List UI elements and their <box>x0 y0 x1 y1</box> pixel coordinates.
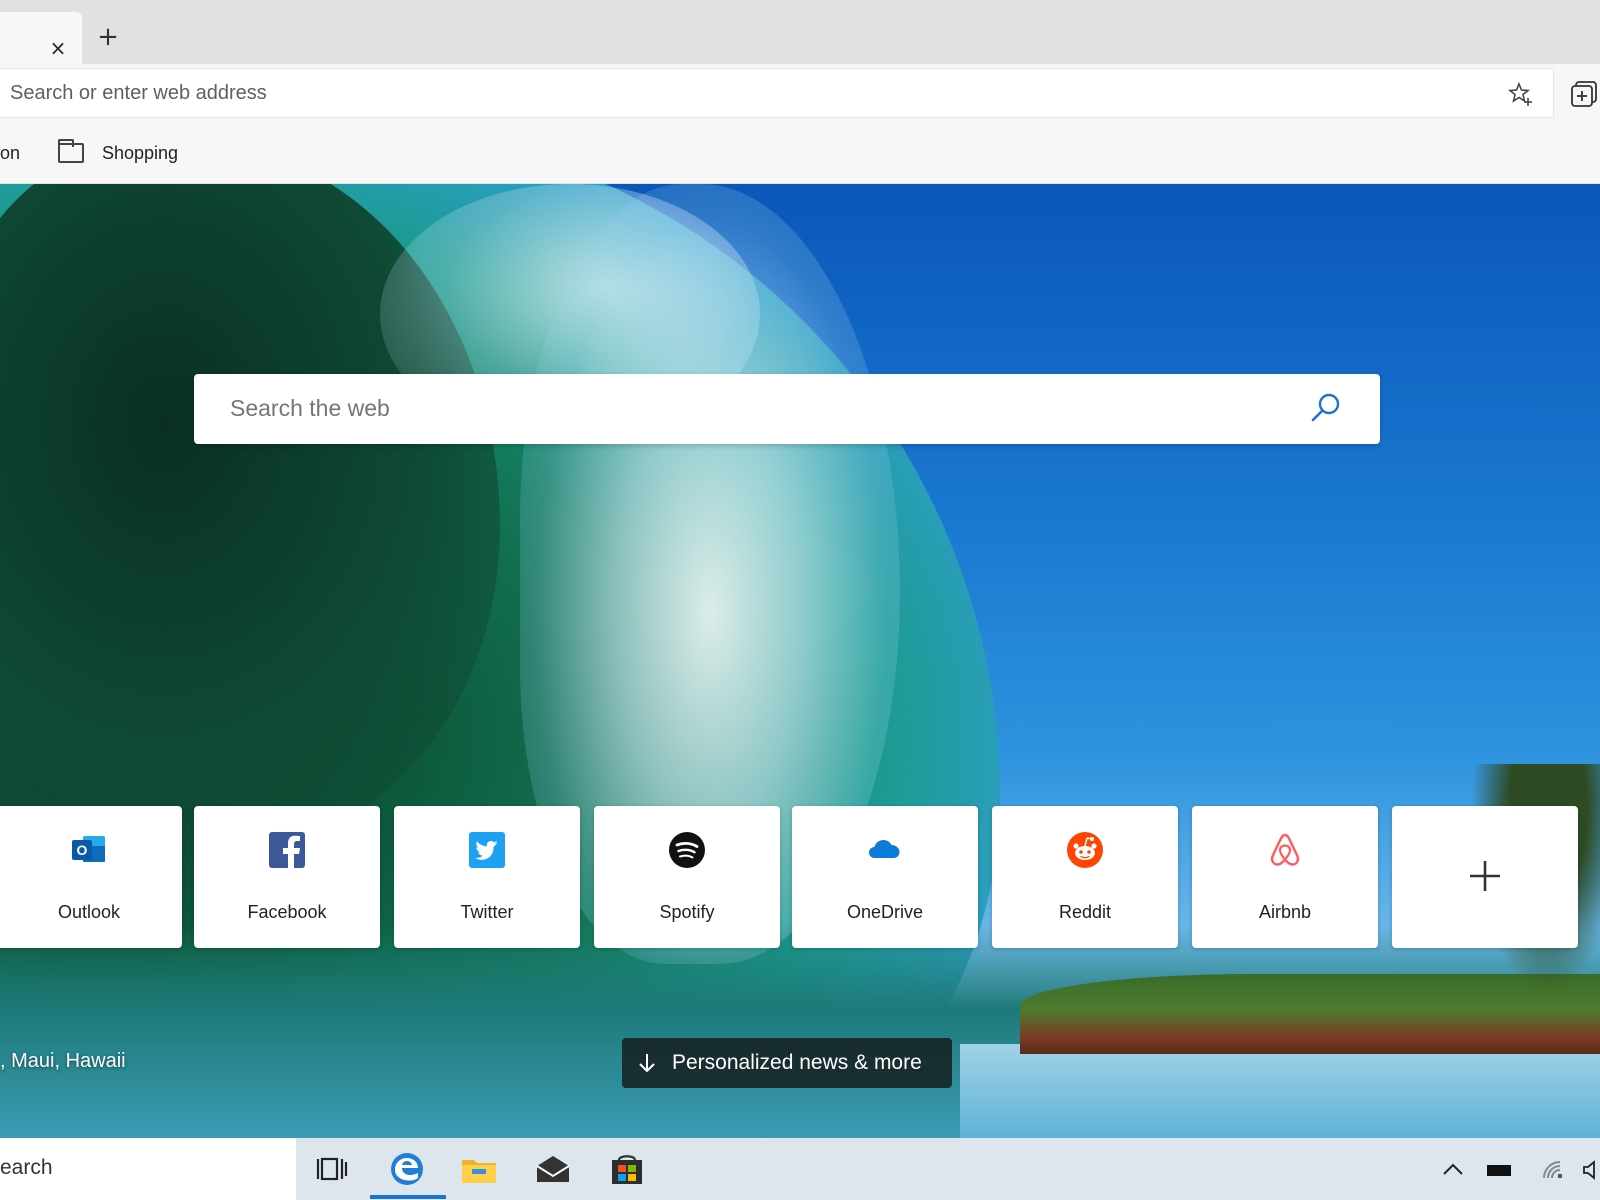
search-placeholder: Search the web <box>230 395 390 421</box>
address-placeholder: Search or enter web address <box>10 82 267 104</box>
battery-icon[interactable] <box>1486 1158 1512 1182</box>
add-quick-link-button[interactable] <box>1392 806 1578 948</box>
taskbar: earch <box>0 1138 1600 1200</box>
folder-icon <box>58 139 84 163</box>
search-icon[interactable] <box>1308 390 1344 426</box>
web-search-box[interactable]: Search the web <box>194 374 1380 444</box>
quick-link-label: Reddit <box>1058 902 1112 922</box>
address-bar[interactable]: Search or enter web address <box>0 68 1554 118</box>
svg-text:O: O <box>77 842 88 858</box>
quick-link-twitter[interactable]: Twitter <box>394 806 580 948</box>
close-tab-icon[interactable]: × <box>46 36 70 60</box>
volume-icon[interactable] <box>1582 1158 1600 1182</box>
quick-link-facebook[interactable]: Facebook <box>194 806 380 948</box>
favorite-folder-label: Shopping <box>102 142 179 163</box>
quick-link-label: OneDrive <box>846 902 924 922</box>
personalized-news-button[interactable]: Personalized news & more <box>622 1038 952 1088</box>
active-app-indicator <box>370 1195 446 1199</box>
image-location-credit[interactable]: , Maui, Hawaii <box>0 1050 126 1073</box>
taskbar-search-box[interactable]: earch <box>0 1138 296 1200</box>
collections-icon[interactable] <box>1570 80 1598 108</box>
quick-links: O Outlook Facebook Twitter Spotify OneDr… <box>0 806 1600 948</box>
favorite-item-label: on <box>0 142 21 163</box>
airbnb-icon <box>1270 833 1300 866</box>
arrow-down-icon <box>639 1054 655 1073</box>
background-image <box>0 184 1600 1138</box>
quick-link-label: Airbnb <box>1258 902 1312 922</box>
outlook-icon: O <box>72 836 105 862</box>
quick-link-onedrive[interactable]: OneDrive <box>792 806 978 948</box>
quick-link-spotify[interactable]: Spotify <box>594 806 780 948</box>
quick-link-airbnb[interactable]: Airbnb <box>1192 806 1378 948</box>
personalized-news-label: Personalized news & more <box>672 1051 922 1074</box>
quick-link-label: Twitter <box>460 902 514 922</box>
task-view-icon[interactable] <box>312 1148 354 1190</box>
network-icon[interactable] <box>1540 1158 1566 1182</box>
store-icon[interactable] <box>606 1148 648 1190</box>
browser-toolbar: Search or enter web address <box>0 64 1600 122</box>
onedrive-icon <box>869 840 900 858</box>
facebook-icon <box>269 832 305 870</box>
add-icon <box>1470 861 1500 891</box>
quick-link-reddit[interactable]: Reddit <box>992 806 1178 948</box>
quick-link-label: Facebook <box>247 902 327 922</box>
quick-link-outlook[interactable]: O Outlook <box>0 806 182 948</box>
tab-strip: × + <box>0 0 1600 64</box>
quick-link-label: Outlook <box>57 902 121 922</box>
star-add-icon[interactable] <box>1508 81 1534 107</box>
favorites-bar: on Shopping <box>0 122 1600 184</box>
new-tab-icon[interactable]: + <box>94 24 122 52</box>
chevron-up-icon[interactable] <box>1440 1158 1466 1182</box>
file-explorer-icon[interactable] <box>458 1148 500 1190</box>
favorite-item[interactable]: on <box>0 140 20 166</box>
taskbar-search-text: earch <box>0 1156 53 1179</box>
spotify-icon <box>669 832 705 868</box>
edge-icon[interactable] <box>386 1148 428 1190</box>
shore-water <box>960 1044 1600 1138</box>
tab-active[interactable]: × <box>0 12 82 64</box>
quick-link-label: Spotify <box>659 902 715 922</box>
reddit-icon <box>1067 832 1103 868</box>
mail-icon[interactable] <box>532 1148 574 1190</box>
twitter-icon <box>469 832 505 868</box>
favorite-folder-shopping[interactable]: Shopping <box>58 139 179 166</box>
